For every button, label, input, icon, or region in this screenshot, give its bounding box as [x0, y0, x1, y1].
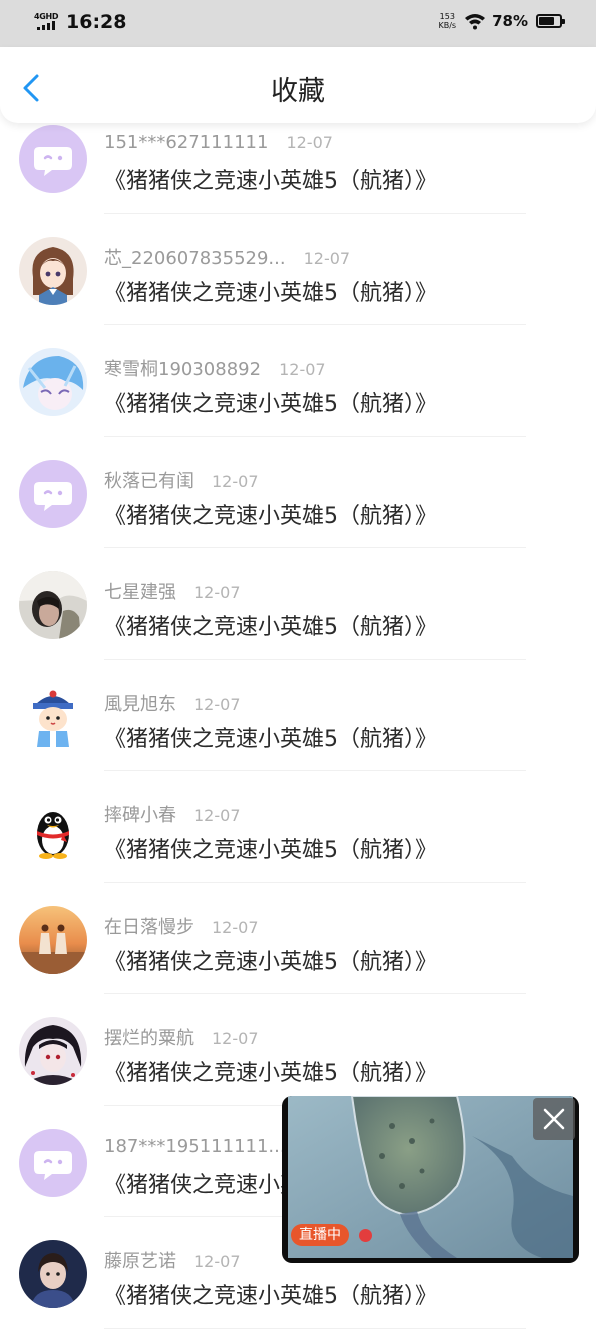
favorite-item[interactable]: 摆烂的粟航 12-07 《猪猪侠之竞速小英雄5（航猪）》: [0, 994, 596, 1106]
item-meta: 寒雪桐190308892 12-07: [104, 355, 326, 381]
battery-percent: 78%: [492, 12, 528, 30]
post-date: 12-07: [194, 1252, 241, 1271]
username: 風見旭东: [104, 693, 176, 715]
user-avatar[interactable]: [19, 905, 87, 974]
username: 秋落已有闺: [104, 470, 194, 492]
favorite-item[interactable]: 寒雪桐190308892 12-07 《猪猪侠之竞速小英雄5（航猪）》: [0, 325, 596, 437]
item-meta: 藤原艺诺 12-07: [104, 1247, 241, 1273]
close-icon: [543, 1108, 565, 1130]
network-speed-value: 153: [439, 12, 455, 21]
user-avatar[interactable]: [19, 125, 87, 193]
page-title: 收藏: [271, 76, 325, 107]
post-title[interactable]: 《猪猪侠之竞速小英雄5（航猪）》: [104, 498, 437, 530]
username: 151***627111111: [104, 132, 269, 153]
post-date: 12-07: [194, 806, 241, 825]
favorite-item[interactable]: 芯_220607835529... 12-07 《猪猪侠之竞速小英雄5（航猪）》: [0, 214, 596, 325]
post-title[interactable]: 《猪猪侠之竞速小英雄5（航猪）》: [104, 832, 437, 864]
post-date: 12-07: [279, 360, 326, 379]
post-date: 12-07: [194, 694, 241, 714]
post-title[interactable]: 《猪猪侠之竞速小英雄5（航猪）》: [104, 386, 437, 418]
post-date: 12-07: [286, 133, 333, 152]
battery-icon: [536, 14, 565, 28]
username: 在日落慢步: [104, 916, 194, 938]
post-date: 12-07: [303, 248, 351, 268]
favorite-item[interactable]: 風見旭东 12-07 《猪猪侠之竞速小英雄5（航猪）》: [0, 660, 596, 771]
username: 藤原艺诺: [104, 1251, 176, 1272]
username: 芯_220607835529...: [104, 247, 286, 269]
post-title[interactable]: 《猪猪侠之竞速小英雄5（航猪）》: [104, 721, 437, 753]
item-meta: 在日落慢步 12-07: [104, 913, 259, 939]
user-avatar[interactable]: [19, 682, 87, 751]
status-right: 153 KB/s 78%: [438, 12, 565, 30]
item-meta: 風見旭东 12-07: [104, 690, 241, 716]
post-date: 12-07: [212, 917, 259, 937]
network-speed: 153 KB/s: [438, 12, 456, 30]
user-avatar[interactable]: [19, 236, 87, 305]
network-speed-unit: KB/s: [438, 21, 457, 30]
item-meta: 摔碑小春 12-07: [104, 801, 241, 827]
item-meta: 七星建强 12-07: [104, 578, 241, 604]
post-date: 12-07: [212, 471, 259, 491]
cellular-signal-icon: 4GHD: [34, 12, 62, 32]
post-title[interactable]: 《猪猪侠之竞速小英雄5（航猪）》: [104, 1055, 437, 1087]
post-title[interactable]: 《猪猪侠之竞速小英雄5（航猪）》: [104, 944, 437, 976]
live-stream-window[interactable]: 直播中: [282, 1096, 579, 1263]
favorite-item[interactable]: 秋落已有闺 12-07 《猪猪侠之竞速小英雄5（航猪）》: [0, 437, 596, 548]
favorite-item[interactable]: 在日落慢步 12-07 《猪猪侠之竞速小英雄5（航猪）》: [0, 883, 596, 994]
status-left: 4GHD 16:28: [34, 11, 126, 33]
nav-bar: 收藏: [0, 47, 596, 123]
username: 七星建强: [104, 582, 176, 603]
user-avatar[interactable]: [19, 1017, 87, 1085]
item-meta: 秋落已有闺 12-07: [104, 467, 259, 493]
user-avatar[interactable]: [19, 1128, 87, 1197]
clock: 16:28: [66, 11, 127, 33]
user-avatar[interactable]: [19, 348, 87, 416]
user-avatar[interactable]: [19, 571, 87, 639]
item-meta: 151***627111111 12-07: [104, 132, 333, 153]
divider: [104, 1327, 526, 1329]
network-type: 4GHD: [34, 12, 59, 21]
favorite-item[interactable]: 摔碑小春 12-07 《猪猪侠之竞速小英雄5（航猪）》: [0, 771, 596, 883]
post-title[interactable]: 《猪猪侠之竞速小英雄5（航猪）》: [104, 163, 437, 195]
user-avatar[interactable]: [19, 794, 87, 862]
post-title[interactable]: 《猪猪侠之竞速小英雄5（航猪）》: [104, 275, 437, 307]
post-date: 12-07: [212, 1029, 259, 1048]
username: 寒雪桐190308892: [104, 359, 262, 380]
user-avatar[interactable]: [19, 1240, 87, 1308]
item-meta: 摆烂的粟航 12-07: [104, 1024, 259, 1050]
favorite-item[interactable]: 七星建强 12-07 《猪猪侠之竞速小英雄5（航猪）》: [0, 548, 596, 660]
item-meta: 芯_220607835529... 12-07: [104, 244, 350, 270]
user-avatar[interactable]: [19, 459, 87, 528]
post-date: 12-07: [194, 583, 241, 602]
close-live-button[interactable]: [533, 1098, 575, 1140]
username: 摆烂的粟航: [104, 1028, 194, 1049]
post-title[interactable]: 《猪猪侠之竞速小英雄5（航猪）》: [104, 1278, 437, 1310]
live-badge: 直播中: [291, 1224, 349, 1246]
username: 187***195111111...: [104, 1135, 286, 1157]
username: 摔碑小春: [104, 805, 176, 826]
status-bar: 4GHD 16:28 153 KB/s 78%: [0, 0, 596, 47]
live-indicator-dot: [359, 1229, 372, 1242]
post-title[interactable]: 《猪猪侠之竞速小英雄5（航猪）》: [104, 609, 437, 641]
wifi-icon: [465, 14, 486, 30]
